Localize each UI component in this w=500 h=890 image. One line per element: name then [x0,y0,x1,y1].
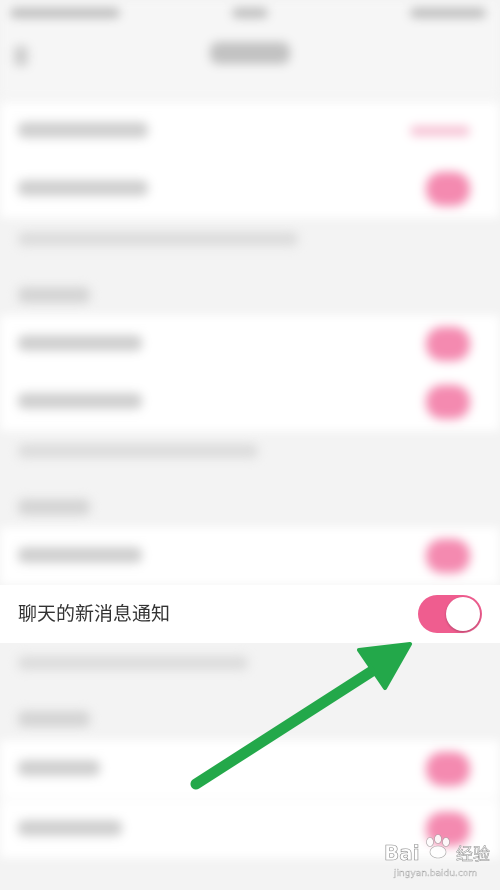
section-header [18,287,90,303]
chat-new-message-notification-label: 聊天的新消息通知 [18,603,171,625]
toggle-knob [446,597,480,631]
setting-row-toggle[interactable] [426,539,470,573]
watermark-brand: Bai [384,841,420,865]
page-title [210,42,290,64]
chat-new-message-notification-toggle[interactable] [418,595,482,633]
setting-row-label [18,760,100,776]
setting-hint [18,656,248,670]
setting-row[interactable] [0,527,500,585]
setting-row-toggle[interactable] [426,385,470,419]
section-header [18,499,90,515]
setting-row-label [18,122,148,138]
setting-row[interactable] [0,102,500,160]
setting-row-label [18,180,148,196]
setting-row[interactable] [0,373,500,431]
section-header [18,711,90,727]
setting-row-toggle[interactable] [426,172,470,206]
baidu-jingyan-watermark: Bai 经验 jingyan.baidu.com [384,834,490,879]
setting-row-label [18,393,142,409]
setting-row[interactable] [0,160,500,218]
setting-row-toggle[interactable] [426,752,470,786]
setting-hint [18,232,298,246]
nav-bar [0,28,500,98]
status-bar [0,0,500,28]
setting-row-label [18,547,142,563]
status-bar-left [10,8,120,18]
setting-row-toggle[interactable] [426,327,470,361]
watermark-jingyan: 经验 [456,845,490,865]
setting-hint [18,444,258,458]
blurred-background [0,0,500,890]
chat-new-message-notification-row[interactable]: 聊天的新消息通知 [0,585,500,643]
watermark-url: jingyan.baidu.com [393,869,477,879]
back-icon[interactable] [14,46,28,66]
status-bar-time [232,8,268,18]
setting-row[interactable] [0,740,500,798]
setting-row-toggle[interactable] [410,126,470,136]
status-bar-right [410,8,486,18]
setting-row[interactable] [0,315,500,373]
setting-row-label [18,820,122,836]
setting-row-label [18,335,142,351]
